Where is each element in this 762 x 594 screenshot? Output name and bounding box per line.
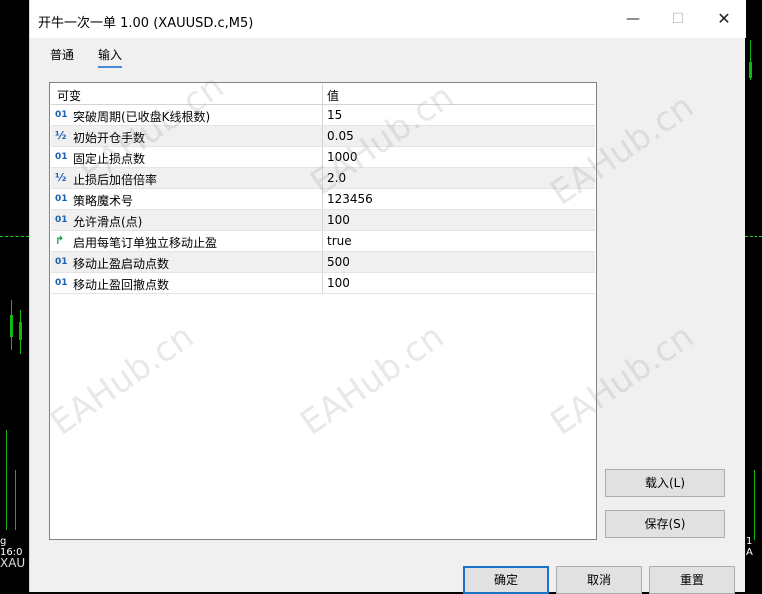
chart-level-line — [0, 236, 29, 238]
chart-candle — [19, 322, 22, 340]
input-value[interactable]: 0.05 — [327, 129, 354, 143]
integer-type-icon: 01 — [55, 152, 68, 162]
tab-inputs[interactable]: 输入 — [98, 44, 123, 68]
chart-time-label: g 16:0 — [0, 536, 23, 558]
input-row[interactable]: ↱ 启用每笔订单独立移动止盈 true — [51, 231, 595, 252]
column-header-variable[interactable]: 可变 — [51, 84, 323, 104]
input-name: 初始开仓手数 — [73, 131, 146, 145]
column-header-value[interactable]: 值 — [327, 87, 339, 104]
title-bar[interactable]: 开牛一次一单 1.00 (XAUUSD.c,M5) — ☐ ✕ — [30, 0, 746, 38]
input-value[interactable]: 15 — [327, 108, 342, 122]
save-button[interactable]: 保存(S) — [605, 510, 725, 538]
input-row[interactable]: 01 允许滑点(点) 100 — [51, 210, 595, 231]
grid-header-row: 可变 值 — [51, 84, 595, 105]
double-type-icon: ½ — [55, 129, 67, 142]
column-header-variable-label: 可变 — [57, 89, 82, 103]
input-value[interactable]: 500 — [327, 255, 350, 269]
chart-background-right: 1 A — [745, 0, 762, 592]
integer-type-icon: 01 — [55, 278, 68, 288]
boolean-type-icon: ↱ — [55, 234, 65, 247]
input-name: 固定止损点数 — [73, 152, 146, 166]
integer-type-icon: 01 — [55, 215, 68, 225]
input-row[interactable]: 01 移动止盈回撤点数 100 — [51, 273, 595, 294]
minimize-button[interactable]: — — [616, 6, 650, 32]
chart-time-label: 1 A — [746, 536, 753, 558]
input-row[interactable]: 01 策略魔术号 123456 — [51, 189, 595, 210]
integer-type-icon: 01 — [55, 110, 68, 120]
window-title: 开牛一次一单 1.00 (XAUUSD.c,M5) — [38, 16, 254, 31]
input-name: 启用每笔订单独立移动止盈 — [73, 236, 218, 250]
cancel-button[interactable]: 取消 — [556, 566, 642, 594]
input-row[interactable]: ½ 初始开仓手数 0.05 — [51, 126, 595, 147]
chart-level-line — [745, 236, 762, 238]
input-value[interactable]: 1000 — [327, 150, 358, 164]
tab-common[interactable]: 普通 — [50, 44, 74, 65]
input-name: 突破周期(已收盘K线根数) — [73, 110, 211, 124]
load-button[interactable]: 载入(L) — [605, 469, 725, 497]
input-row[interactable]: 01 移动止盈启动点数 500 — [51, 252, 595, 273]
input-row[interactable]: ½ 止损后加倍倍率 2.0 — [51, 168, 595, 189]
chart-candle — [749, 62, 752, 78]
maximize-button[interactable]: ☐ — [661, 6, 695, 32]
ok-button[interactable]: 确定 — [463, 566, 549, 594]
input-name: 策略魔术号 — [73, 194, 134, 208]
integer-type-icon: 01 — [55, 257, 68, 267]
input-value[interactable]: true — [327, 234, 352, 248]
chart-candle-wick — [15, 470, 16, 530]
input-row[interactable]: 01 固定止损点数 1000 — [51, 147, 595, 168]
inputs-grid: 可变 值 01 突破周期(已收盘K线根数) 15 ½ 初始开仓手数 0.05 01 固… — [49, 82, 597, 540]
close-button[interactable]: ✕ — [707, 6, 741, 32]
chart-symbol-label: XAU — [0, 556, 26, 570]
input-value[interactable]: 100 — [327, 213, 350, 227]
input-name: 移动止盈回撤点数 — [73, 278, 170, 292]
input-value[interactable]: 123456 — [327, 192, 373, 206]
chart-candle-wick — [754, 470, 755, 540]
double-type-icon: ½ — [55, 171, 67, 184]
chart-candle-wick — [6, 430, 7, 530]
input-row[interactable]: 01 突破周期(已收盘K线根数) 15 — [51, 105, 595, 126]
reset-button[interactable]: 重置 — [649, 566, 735, 594]
input-name: 允许滑点(点) — [73, 215, 143, 229]
input-value[interactable]: 2.0 — [327, 171, 346, 185]
chart-candle — [10, 315, 13, 337]
input-value[interactable]: 100 — [327, 276, 350, 290]
input-name: 移动止盈启动点数 — [73, 257, 170, 271]
input-name: 止损后加倍倍率 — [73, 173, 158, 187]
integer-type-icon: 01 — [55, 194, 68, 204]
chart-background-left: g 16:0 XAU — [0, 0, 29, 592]
ea-properties-dialog: 开牛一次一单 1.00 (XAUUSD.c,M5) — ☐ ✕ 普通 输入 可变… — [29, 0, 746, 594]
